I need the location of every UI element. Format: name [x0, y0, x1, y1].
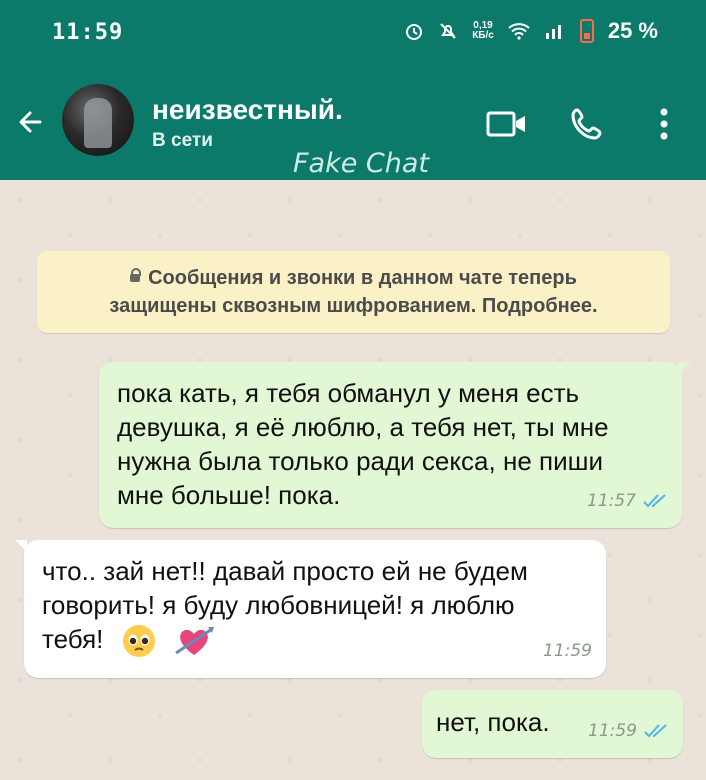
signal-icon	[545, 25, 561, 39]
encryption-notice-text1: Сообщения и звонки в данном чате теперь	[148, 267, 577, 289]
voice-call-button[interactable]	[565, 104, 609, 144]
battery-icon	[579, 19, 594, 43]
message-meta: 11:57	[587, 484, 668, 518]
wifi-icon	[508, 23, 530, 40]
status-time: 11:59	[52, 20, 124, 45]
message-outgoing[interactable]: нет, пока. 11:59	[422, 690, 683, 758]
chat-area[interactable]: Сообщения и звонки в данном чате теперь …	[0, 180, 706, 780]
avatar[interactable]	[62, 84, 134, 156]
more-vertical-icon	[660, 108, 668, 140]
video-call-icon	[486, 111, 525, 137]
message-line: что.. зай нет!! давай просто ей не будем	[42, 556, 528, 586]
message-outgoing[interactable]: пока кать, я тебя обманул у меня есть де…	[99, 362, 691, 528]
lock-icon	[130, 268, 142, 282]
voice-call-icon	[571, 108, 602, 140]
message-meta: 11:59	[543, 634, 592, 668]
message-time: 11:57	[587, 491, 636, 511]
message-time: 11:59	[588, 721, 637, 741]
more-options-button[interactable]	[642, 104, 686, 144]
chat-header: неизвестный. В сети Fake Chat	[0, 66, 706, 180]
heart-with-arrow-emoji-icon	[175, 627, 214, 656]
double-check-icon	[644, 724, 667, 738]
message-time: 11:59	[543, 641, 592, 661]
pleading-face-emoji-icon	[122, 625, 155, 658]
status-bar: 11:59 0,19 КБ/с 25 %	[0, 0, 706, 66]
message-meta: 11:59	[588, 714, 669, 748]
avatar-figure	[84, 98, 112, 148]
net-speed: 0,19 КБ/с	[472, 21, 494, 41]
message-line-with-emoji: тебя!	[42, 622, 588, 659]
message-line: тебя!	[42, 624, 104, 654]
alarm-icon	[406, 24, 423, 40]
message-line: говорить! я буду любовницей! я люблю	[42, 590, 515, 620]
net-speed-unit: КБ/с	[472, 30, 494, 41]
contact-status: В сети	[152, 130, 213, 151]
battery-percent: 25 %	[607, 18, 658, 43]
message-line: нужна была только ради секса, не пиши	[117, 446, 603, 476]
encryption-notice-text2: защищены сквозным шифрованием. Подробнее…	[109, 295, 598, 317]
back-arrow-icon[interactable]	[12, 102, 52, 142]
double-check-icon	[643, 494, 666, 508]
encryption-notice-line1: Сообщения и звонки в данном чате теперь	[37, 264, 670, 292]
video-call-button[interactable]	[485, 104, 529, 144]
message-line: пока кать, я тебя обманул у меня есть	[117, 378, 580, 408]
message-line: мне больше! пока.	[117, 480, 341, 510]
message-line: девушка, я её люблю, а тебя нет, ты мне	[117, 412, 609, 442]
message-incoming[interactable]: что.. зай нет!! давай просто ей не будем…	[15, 540, 606, 678]
contact-name[interactable]: неизвестный.	[152, 94, 343, 126]
encryption-notice[interactable]: Сообщения и звонки в данном чате теперь …	[37, 251, 670, 333]
status-icons: 0,19 КБ/с 25 %	[404, 18, 658, 44]
mute-icon	[440, 23, 456, 39]
watermark-text: Fake Chat	[293, 148, 430, 179]
